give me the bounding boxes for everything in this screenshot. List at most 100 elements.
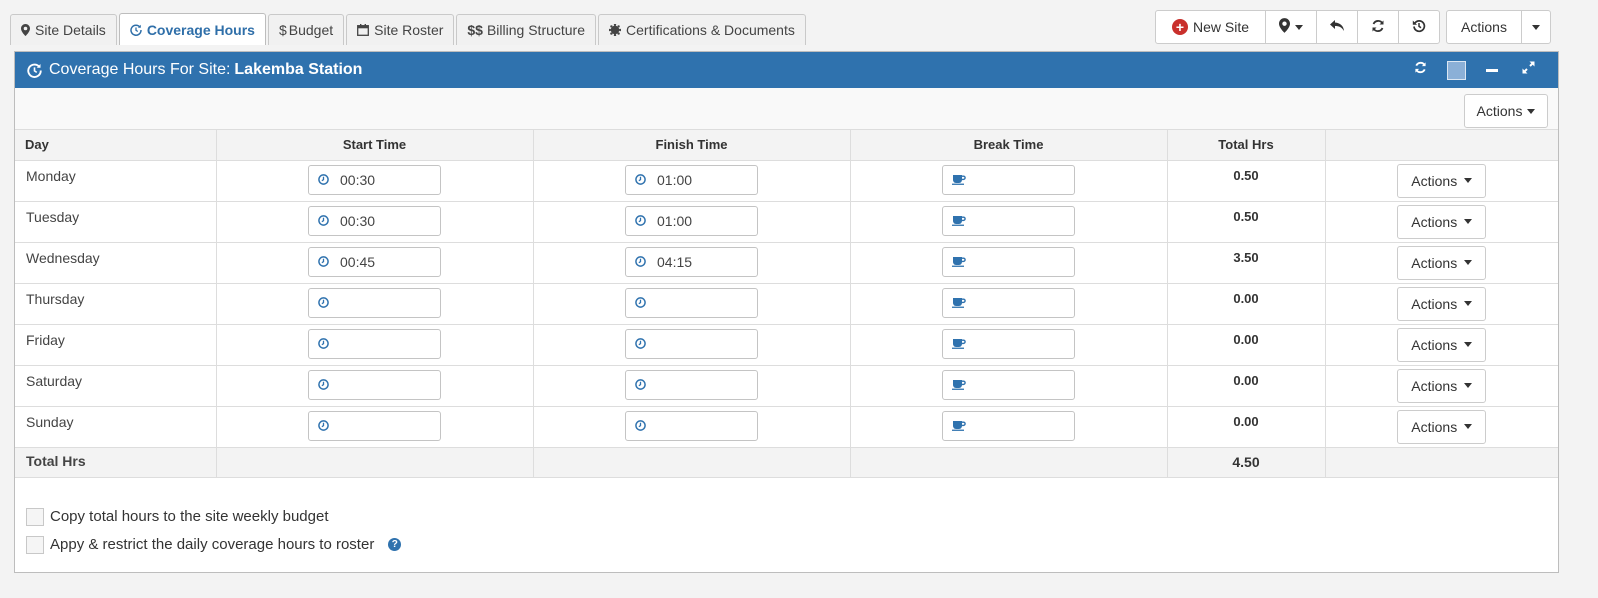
clock-icon bbox=[635, 174, 646, 185]
location-dropdown-button[interactable] bbox=[1265, 10, 1317, 44]
start-time-input[interactable]: 00:30 bbox=[308, 164, 441, 195]
actions-label: Actions bbox=[1411, 336, 1458, 353]
finish-time-input[interactable]: 04:15 bbox=[625, 246, 758, 277]
footer-cell bbox=[1325, 447, 1558, 478]
clock-icon bbox=[318, 420, 329, 431]
break-time-cell bbox=[850, 324, 1168, 366]
new-site-button[interactable]: + New Site bbox=[1155, 10, 1266, 44]
panel-color-button[interactable] bbox=[1438, 52, 1474, 88]
row-actions-button[interactable]: Actions bbox=[1397, 286, 1487, 321]
finish-time-input[interactable]: 01:00 bbox=[625, 205, 758, 236]
finish-time-input[interactable]: 01:00 bbox=[625, 164, 758, 195]
start-time-value: 00:30 bbox=[340, 171, 376, 188]
finish-time-input[interactable] bbox=[625, 328, 758, 359]
table-row: Saturday 0.00 Actions bbox=[15, 365, 1558, 407]
tab-budget[interactable]: $ Budget bbox=[267, 14, 345, 45]
table-row: Tuesday 00:30 01:00 0.50 Actions bbox=[15, 201, 1558, 243]
break-time-input[interactable] bbox=[942, 164, 1075, 195]
column-header-finish-time: Finish Time bbox=[533, 130, 851, 161]
finish-time-value: 04:15 bbox=[657, 253, 693, 270]
row-actions-cell: Actions bbox=[1325, 242, 1558, 284]
start-time-value: 00:45 bbox=[340, 253, 376, 270]
day-cell: Tuesday bbox=[15, 201, 217, 243]
finish-time-input[interactable] bbox=[625, 410, 758, 441]
history-icon bbox=[1412, 19, 1426, 36]
reply-button[interactable] bbox=[1316, 10, 1358, 44]
history-button[interactable] bbox=[1398, 10, 1440, 44]
actions-label: Actions bbox=[1411, 172, 1458, 189]
tab-billing-structure[interactable]: $$ Billing Structure bbox=[456, 14, 597, 45]
actions-split-button: Actions bbox=[1446, 10, 1551, 44]
actions-dropdown-toggle[interactable] bbox=[1521, 10, 1551, 44]
actions-button[interactable]: Actions bbox=[1446, 10, 1522, 44]
caret-down-icon bbox=[1464, 178, 1473, 183]
start-time-input[interactable] bbox=[308, 410, 441, 441]
row-actions-button[interactable]: Actions bbox=[1397, 409, 1487, 444]
table-row: Wednesday 00:45 04:15 3.50 Actions bbox=[15, 242, 1558, 284]
break-time-cell bbox=[850, 160, 1168, 202]
row-actions-button[interactable]: Actions bbox=[1397, 204, 1487, 239]
clock-icon bbox=[318, 297, 329, 308]
finish-time-input[interactable] bbox=[625, 369, 758, 400]
row-actions-cell: Actions bbox=[1325, 201, 1558, 243]
start-time-input[interactable] bbox=[308, 287, 441, 318]
coffee-cup-icon bbox=[952, 379, 966, 390]
row-actions-button[interactable]: Actions bbox=[1397, 245, 1487, 280]
caret-down-icon bbox=[1464, 424, 1473, 429]
clock-icon bbox=[318, 174, 329, 185]
start-time-input[interactable] bbox=[308, 328, 441, 359]
column-header-start-time: Start Time bbox=[216, 130, 534, 161]
site-coverage-page: Site Details Coverage Hours $ Budget Sit… bbox=[0, 0, 1598, 598]
minus-icon bbox=[1486, 68, 1498, 72]
panel-refresh-button[interactable] bbox=[1402, 52, 1438, 88]
column-header-actions bbox=[1325, 130, 1558, 161]
caret-down-icon bbox=[1464, 219, 1473, 224]
column-header-break-time: Break Time bbox=[850, 130, 1168, 161]
tab-label: Certifications & Documents bbox=[626, 22, 795, 38]
break-time-input[interactable] bbox=[942, 410, 1075, 441]
tab-label: Billing Structure bbox=[486, 22, 586, 38]
refresh-button[interactable] bbox=[1357, 10, 1399, 44]
row-actions-button[interactable]: Actions bbox=[1397, 327, 1487, 362]
footer-cell bbox=[216, 447, 534, 478]
start-time-input[interactable] bbox=[308, 369, 441, 400]
break-time-input[interactable] bbox=[942, 328, 1075, 359]
copy-to-budget-checkbox[interactable] bbox=[26, 507, 44, 526]
break-time-input[interactable] bbox=[942, 205, 1075, 236]
tab-coverage-hours[interactable]: Coverage Hours bbox=[118, 13, 266, 45]
break-time-input[interactable] bbox=[942, 246, 1075, 277]
restrict-to-roster-label: Appy & restrict the daily coverage hours… bbox=[50, 536, 375, 553]
break-time-cell bbox=[850, 406, 1168, 448]
restrict-to-roster-checkbox[interactable] bbox=[26, 535, 44, 554]
table-header-row: Day Start Time Finish Time Break Time To… bbox=[15, 130, 1558, 161]
start-time-cell: 00:30 bbox=[216, 160, 534, 202]
table-row: Thursday 0.00 Actions bbox=[15, 283, 1558, 325]
break-time-input[interactable] bbox=[942, 369, 1075, 400]
copy-to-budget-label: Copy total hours to the site weekly budg… bbox=[50, 508, 329, 525]
site-name: Lakemba Station bbox=[234, 61, 363, 78]
tab-site-details[interactable]: Site Details bbox=[10, 14, 117, 45]
help-icon[interactable]: ? bbox=[388, 538, 402, 551]
actions-label: Actions bbox=[1476, 103, 1523, 119]
tab-certifications-documents[interactable]: Certifications & Documents bbox=[598, 14, 806, 45]
table-row: Friday 0.00 Actions bbox=[15, 324, 1558, 366]
panel-fullscreen-button[interactable] bbox=[1510, 52, 1546, 88]
column-header-total-hrs: Total Hrs bbox=[1167, 130, 1326, 161]
break-time-cell bbox=[850, 201, 1168, 243]
break-time-cell bbox=[850, 365, 1168, 407]
clock-icon bbox=[635, 420, 646, 431]
day-cell: Friday bbox=[15, 324, 217, 366]
calendar-icon bbox=[357, 24, 370, 36]
tab-site-roster[interactable]: Site Roster bbox=[346, 14, 455, 45]
site-tabs: Site Details Coverage Hours $ Budget Sit… bbox=[10, 13, 808, 45]
panel-actions-button[interactable]: Actions bbox=[1464, 94, 1548, 128]
finish-time-input[interactable] bbox=[625, 287, 758, 318]
start-time-input[interactable]: 00:30 bbox=[308, 205, 441, 236]
refresh-icon bbox=[1371, 19, 1385, 36]
row-actions-button[interactable]: Actions bbox=[1397, 163, 1487, 198]
panel-collapse-button[interactable] bbox=[1474, 52, 1510, 88]
break-time-input[interactable] bbox=[942, 287, 1075, 318]
start-time-input[interactable]: 00:45 bbox=[308, 246, 441, 277]
clock-icon bbox=[635, 379, 646, 390]
row-actions-button[interactable]: Actions bbox=[1397, 368, 1487, 403]
